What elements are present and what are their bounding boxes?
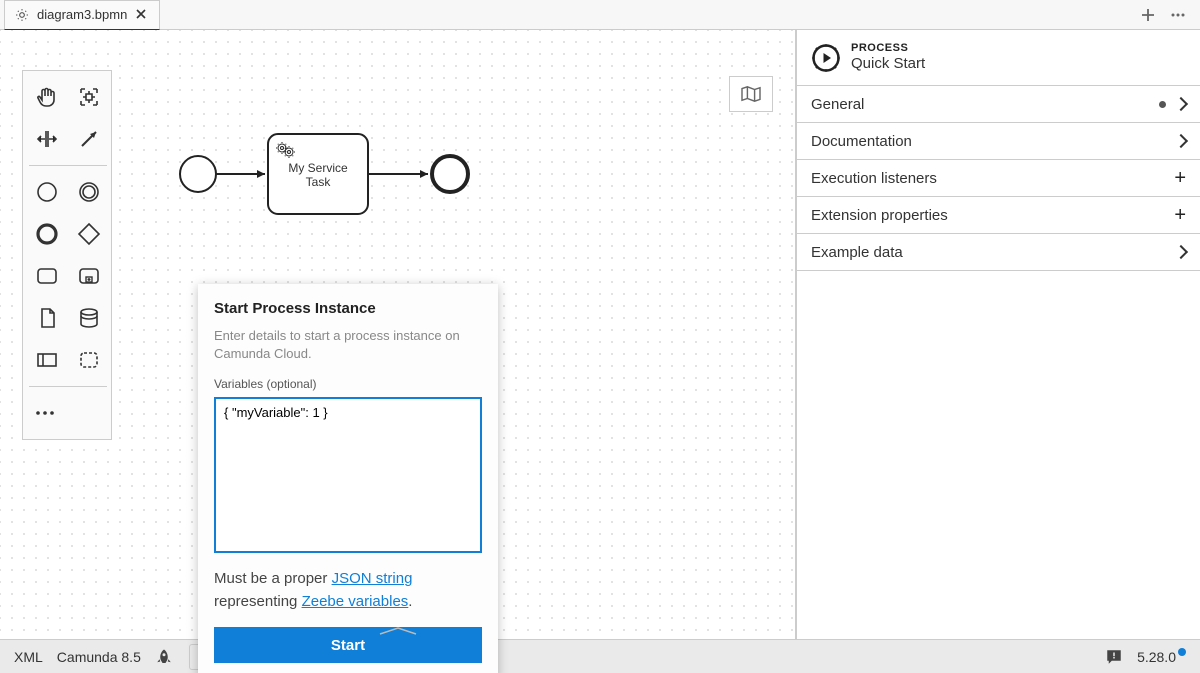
task-label-line1: My Service (288, 161, 348, 175)
group-example-data[interactable]: Example data (797, 234, 1200, 270)
group-documentation[interactable]: Documentation (797, 123, 1200, 159)
properties-panel: PROCESS Quick Start General Documentatio… (796, 30, 1200, 639)
chevron-right-icon (1174, 134, 1188, 148)
properties-name: Quick Start (851, 55, 925, 73)
start-button[interactable]: Start (214, 627, 482, 663)
participant-tool[interactable] (27, 340, 67, 380)
close-icon[interactable] (135, 8, 149, 22)
variables-input[interactable] (214, 397, 482, 553)
start-instance-dialog: Start Process Instance Enter details to … (198, 284, 498, 673)
properties-overline: PROCESS (851, 42, 925, 55)
version-label[interactable]: 5.28.0 (1137, 649, 1186, 665)
more-menu-button[interactable] (1170, 7, 1186, 23)
update-indicator-icon (1178, 648, 1186, 656)
tab-title: diagram3.bpmn (37, 7, 127, 22)
xml-toggle[interactable]: XML (14, 649, 43, 665)
dialog-description: Enter details to start a process instanc… (214, 327, 482, 363)
deploy-button[interactable] (155, 648, 173, 666)
resize-handle[interactable] (378, 626, 418, 636)
tab-bar: diagram3.bpmn (0, 0, 1200, 30)
gear-icon (15, 8, 29, 22)
variables-label: Variables (optional) (214, 377, 482, 391)
plus-icon[interactable]: + (1174, 205, 1186, 225)
process-icon (811, 43, 841, 73)
group-extension-properties[interactable]: Extension properties+ (797, 197, 1200, 233)
variables-hint: Must be a proper JSON string representin… (214, 568, 482, 613)
chevron-right-icon (1174, 97, 1188, 111)
zeebe-variables-link[interactable]: Zeebe variables (302, 593, 409, 610)
status-bar: XML Camunda 8.5 0 0 5.28.0 (0, 639, 1200, 673)
group-tool[interactable] (69, 340, 109, 380)
plus-icon[interactable]: + (1174, 168, 1186, 188)
data-store-tool[interactable] (69, 298, 109, 338)
new-tab-button[interactable] (1140, 7, 1156, 23)
tab-diagram3[interactable]: diagram3.bpmn (4, 0, 160, 30)
dialog-title: Start Process Instance (214, 300, 482, 317)
data-object-tool[interactable] (27, 298, 67, 338)
group-general[interactable]: General (797, 86, 1200, 122)
engine-selector[interactable]: Camunda 8.5 (57, 649, 141, 665)
canvas[interactable]: My Service Task Start Process Instance E… (0, 30, 796, 639)
more-tools[interactable] (27, 393, 67, 433)
group-execution-listeners[interactable]: Execution listeners+ (797, 160, 1200, 196)
minimap-toggle[interactable] (729, 76, 773, 112)
data-indicator-icon (1159, 101, 1166, 108)
task-label-line2: Task (306, 175, 332, 189)
chevron-right-icon (1174, 245, 1188, 259)
properties-header: PROCESS Quick Start (797, 30, 1200, 85)
json-string-link[interactable]: JSON string (332, 570, 413, 587)
feedback-button[interactable] (1105, 648, 1123, 666)
